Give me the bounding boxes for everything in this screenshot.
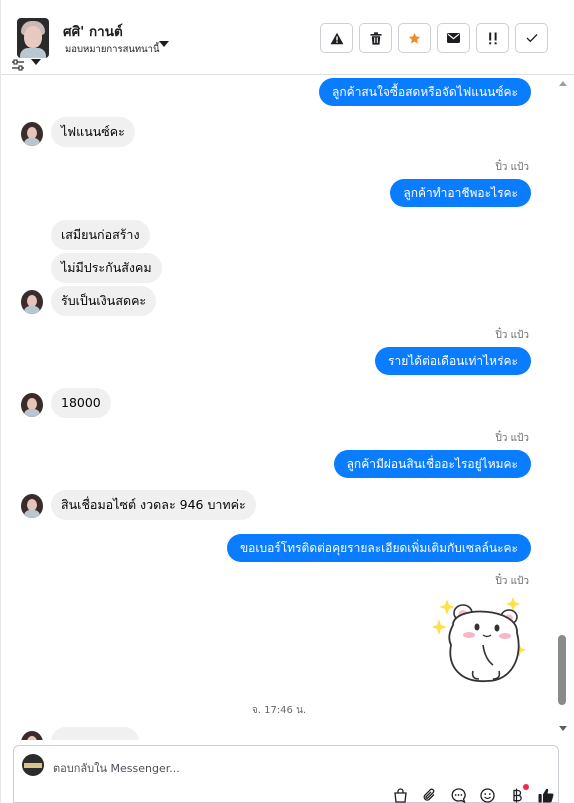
shopping-bag-icon bbox=[394, 787, 407, 803]
contact-name[interactable]: ศศิ' กานต์ bbox=[63, 20, 123, 42]
payment-button[interactable] bbox=[507, 784, 529, 803]
delete-button[interactable] bbox=[359, 23, 392, 53]
mail-icon bbox=[447, 33, 460, 43]
smiley-icon bbox=[480, 787, 495, 803]
sender-name: ปิ๋ว แป้ว bbox=[495, 162, 529, 173]
contact-avatar-small[interactable] bbox=[21, 494, 43, 518]
mark-spam-button[interactable] bbox=[320, 23, 353, 53]
filter-settings-icon[interactable] bbox=[11, 56, 25, 71]
mark-unread-button[interactable] bbox=[437, 23, 470, 53]
incoming-message-partial[interactable] bbox=[51, 727, 139, 740]
scroll-down-arrow[interactable] bbox=[559, 726, 567, 731]
chevron-down-icon[interactable] bbox=[31, 59, 41, 65]
baht-currency-icon bbox=[512, 788, 522, 802]
check-icon bbox=[526, 34, 537, 43]
contact-avatar[interactable] bbox=[17, 18, 49, 58]
hamster-sticker[interactable] bbox=[433, 595, 529, 687]
follow-up-icon bbox=[488, 32, 497, 44]
incoming-message[interactable]: ไฟแนนซ์คะ bbox=[51, 117, 135, 147]
chevron-down-icon[interactable] bbox=[159, 41, 169, 47]
incoming-message[interactable]: สินเชื่อมอไซต์ งวดละ 946 บาทค่ะ bbox=[51, 490, 256, 520]
messenger-conversation-panel: ศศิ' กานต์ มอบหมายการสนทนานี้ ลูกค้าสนใจ… bbox=[0, 0, 574, 803]
conversation-header: ศศิ' กานต์ มอบหมายการสนทนานี้ bbox=[1, 0, 574, 75]
incoming-message[interactable]: รับเป็นเงินสดคะ bbox=[51, 286, 157, 316]
trash-icon bbox=[370, 31, 381, 45]
contact-avatar-small[interactable] bbox=[21, 122, 43, 146]
paperclip-icon bbox=[423, 788, 434, 801]
sender-name: ปิ๋ว แป้ว bbox=[495, 433, 529, 444]
send-like-button[interactable] bbox=[536, 786, 555, 803]
reply-input[interactable]: ตอบกลับใน Messenger... bbox=[53, 759, 180, 777]
thumbs-up-icon bbox=[538, 788, 553, 802]
contact-avatar-small[interactable] bbox=[21, 290, 43, 314]
scroll-up-arrow[interactable] bbox=[559, 81, 567, 86]
thread-scrollbar[interactable] bbox=[557, 75, 571, 740]
sender-name: ปิ๋ว แป้ว bbox=[495, 330, 529, 341]
incoming-message[interactable]: เสมียนก่อสร้าง bbox=[51, 220, 150, 250]
saved-replies-button[interactable] bbox=[449, 786, 468, 803]
contact-avatar-small[interactable] bbox=[21, 393, 43, 417]
incoming-message[interactable]: 18000 bbox=[51, 388, 111, 418]
reply-composer[interactable]: ตอบกลับใน Messenger... bbox=[13, 745, 559, 803]
page-avatar bbox=[22, 754, 44, 776]
notification-dot bbox=[523, 784, 529, 790]
chat-bubble-icon bbox=[451, 787, 466, 803]
mark-done-button[interactable] bbox=[515, 23, 548, 53]
warning-icon bbox=[330, 32, 343, 44]
outgoing-message[interactable]: ลูกค้าสนใจซื้อสดหรือจัดไฟแนนซ์คะ bbox=[319, 78, 531, 106]
sender-name: ปิ๋ว แป้ว bbox=[495, 576, 529, 587]
outgoing-message[interactable]: รายได้ต่อเดือนเท่าไหร่คะ bbox=[375, 347, 531, 375]
header-actions bbox=[320, 23, 548, 53]
message-timestamp: จ. 17:46 น. bbox=[251, 705, 307, 716]
outgoing-message[interactable]: ขอเบอร์โทรติดต่อคุยรายละเอียดเพิ่มเติมกั… bbox=[226, 534, 531, 562]
incoming-message[interactable]: ไม่มีประกันสังคม bbox=[51, 253, 162, 283]
assign-conversation-dropdown[interactable]: มอบหมายการสนทนานี้ bbox=[65, 42, 160, 57]
message-thread[interactable]: ลูกค้าสนใจซื้อสดหรือจัดไฟแนนซ์คะ ไฟแนนซ์… bbox=[1, 75, 557, 740]
shopping-bag-button[interactable] bbox=[391, 786, 410, 803]
emoji-button[interactable] bbox=[478, 786, 497, 803]
star-icon bbox=[408, 32, 421, 44]
star-button[interactable] bbox=[398, 23, 431, 53]
outgoing-message[interactable]: ลูกค้ามีผ่อนสินเชื่ออะไรอยู่ไหมคะ bbox=[333, 450, 531, 478]
attach-file-button[interactable] bbox=[420, 786, 439, 803]
follow-up-button[interactable] bbox=[476, 23, 509, 53]
composer-tools bbox=[391, 784, 555, 803]
contact-avatar-small[interactable] bbox=[21, 731, 43, 740]
scrollbar-thumb[interactable] bbox=[558, 635, 566, 705]
outgoing-message[interactable]: ลูกค้าทำอาชีพอะไรคะ bbox=[390, 179, 531, 207]
